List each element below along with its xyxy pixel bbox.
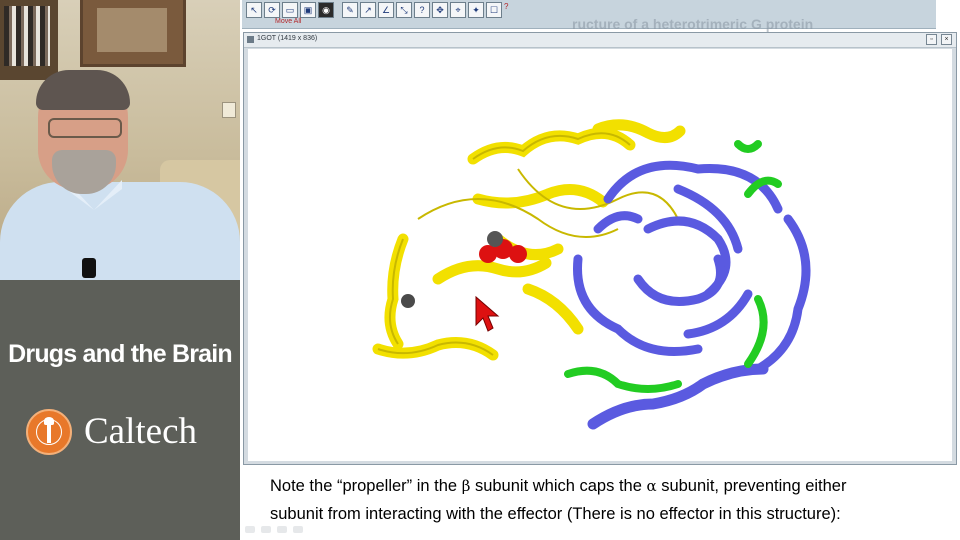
- lapel-mic: [82, 258, 96, 278]
- gamma-helix: [564, 366, 682, 393]
- question-icon[interactable]: ?: [414, 2, 430, 18]
- gamma-strand: [734, 140, 762, 153]
- alpha-subunit: [372, 119, 686, 361]
- pointer-icon[interactable]: ↖: [246, 2, 262, 18]
- zoom-icon[interactable]: ▣: [300, 2, 316, 18]
- residue-icon[interactable]: ✦: [468, 2, 484, 18]
- g-protein-ribbon-structure[interactable]: [248, 49, 952, 461]
- center-icon[interactable]: ◉: [318, 2, 334, 18]
- beta-subunit-propeller: [573, 160, 811, 430]
- alpha-symbol: α: [646, 477, 657, 495]
- speaker-glasses: [48, 118, 122, 138]
- move-icon[interactable]: ✥: [432, 2, 448, 18]
- select-icon[interactable]: ☐: [486, 2, 502, 18]
- viewer-toolbar: ↖ ⟳ ▭ ▣ ◉ ✎ ↗ ∠ ⤡ ? ✥ ⌖ ✦ ☐ ? Move All r…: [242, 0, 936, 32]
- toolbar-buttons: ↖ ⟳ ▭ ▣ ◉ ✎ ↗ ∠ ⤡ ? ✥ ⌖ ✦ ☐ ?: [246, 2, 510, 18]
- caption-text: subunit from interacting with the effect…: [270, 505, 841, 523]
- label-icon[interactable]: ✎: [342, 2, 358, 18]
- help-icon[interactable]: ?: [504, 2, 510, 18]
- slide-caption: Note the “propeller” in the β subunit wh…: [270, 472, 920, 528]
- speaker-shirt: [0, 182, 240, 280]
- faded-slide-controls: [245, 526, 303, 533]
- distance-icon[interactable]: ↗: [360, 2, 376, 18]
- molecule-viewer-window[interactable]: 1GOT (1419 x 836) ▫ ×: [243, 32, 957, 465]
- window-controls: ▫ ×: [926, 34, 952, 45]
- translate-icon[interactable]: ▭: [282, 2, 298, 18]
- rotate-icon[interactable]: ⟳: [264, 2, 280, 18]
- beta-blade: [753, 214, 811, 374]
- alpha-loop-dark: [401, 294, 415, 308]
- angle-icon[interactable]: ∠: [378, 2, 394, 18]
- window-icon: [247, 36, 254, 43]
- speaker-hair: [36, 70, 130, 110]
- wall-picture: [80, 0, 186, 67]
- course-title: Drugs and the Brain: [8, 340, 233, 368]
- restore-icon[interactable]: ▫: [926, 34, 937, 45]
- torsion-icon[interactable]: ⤡: [396, 2, 412, 18]
- caption-text: subunit, preventing either: [656, 477, 847, 495]
- beta-helix: [587, 363, 769, 430]
- caption-text: subunit which caps the: [470, 477, 647, 495]
- gamma-helix: [744, 295, 768, 368]
- window-title: 1GOT (1419 x 836): [257, 35, 318, 42]
- caption-text: Note the “propeller” in the: [270, 477, 462, 495]
- viewer-titlebar[interactable]: 1GOT (1419 x 836) ▫ ×: [244, 33, 956, 48]
- cursor-arrow-icon: [475, 295, 500, 332]
- gdp-ligand: [479, 231, 527, 263]
- beta-blade: [593, 211, 643, 234]
- caltech-seal-icon: [26, 409, 72, 455]
- background-slide-text: ructure of a heterotrimeric G protein: [572, 16, 814, 32]
- books: [4, 6, 50, 66]
- institution-logo-text: Caltech: [84, 411, 198, 452]
- alpha-strand: [522, 283, 584, 335]
- measure-icon[interactable]: ⌖: [450, 2, 466, 18]
- move-all-label[interactable]: Move All: [275, 18, 301, 25]
- beta-blade: [633, 254, 725, 306]
- bookshelf: [0, 0, 58, 80]
- wall-outlet: [222, 102, 236, 118]
- alpha-helix: [432, 257, 552, 285]
- speaker-video: [0, 0, 240, 280]
- molecule-canvas[interactable]: [248, 49, 952, 461]
- close-icon[interactable]: ×: [941, 34, 952, 45]
- course-branding-panel: Drugs and the Brain Caltech: [0, 280, 240, 540]
